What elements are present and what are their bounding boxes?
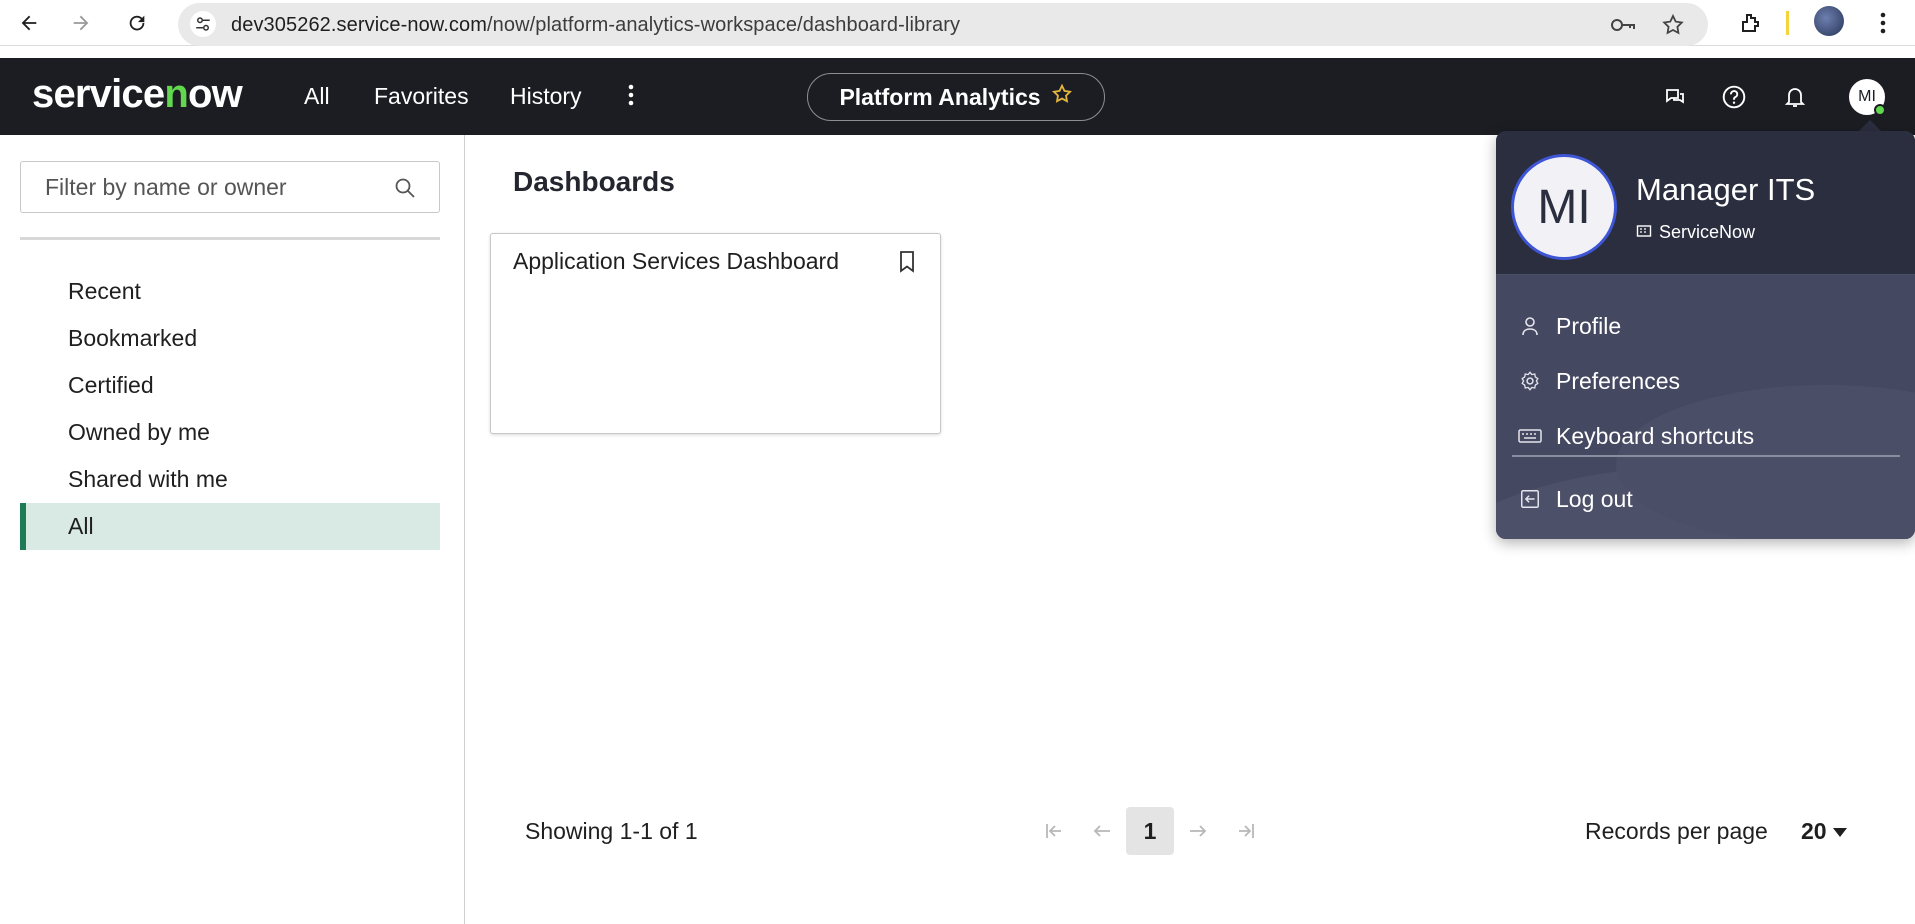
extensions-icon[interactable] bbox=[1735, 8, 1765, 38]
gear-icon bbox=[1518, 369, 1542, 393]
browser-menu-icon[interactable] bbox=[1868, 8, 1898, 38]
records-per-page-select[interactable]: 20 bbox=[1801, 818, 1847, 845]
menu-item-profile[interactable]: Profile bbox=[1518, 306, 1621, 346]
help-icon[interactable] bbox=[1719, 82, 1749, 112]
sidebar-item-all[interactable]: All bbox=[20, 503, 440, 550]
menu-favorites[interactable]: Favorites bbox=[374, 83, 469, 110]
filter-input[interactable] bbox=[45, 174, 375, 201]
page-title: Dashboards bbox=[513, 166, 675, 197]
logout-icon bbox=[1518, 487, 1542, 511]
avatar-initials: MI bbox=[1858, 88, 1876, 105]
menu-item-log-out[interactable]: Log out bbox=[1518, 479, 1633, 519]
dashboard-card[interactable]: Application Services Dashboard bbox=[490, 233, 941, 434]
back-icon[interactable] bbox=[14, 8, 44, 38]
app-name-pill[interactable]: Platform Analytics bbox=[807, 73, 1105, 121]
menu-item-label: Preferences bbox=[1556, 367, 1681, 394]
current-page-button[interactable]: 1 bbox=[1126, 807, 1174, 855]
dashboard-filter-sidebar: Recent Bookmarked Certified Owned by me … bbox=[0, 135, 465, 924]
first-page-icon[interactable] bbox=[1030, 807, 1078, 855]
user-name: Manager ITS bbox=[1636, 172, 1816, 207]
url-text[interactable]: dev305262.service-now.com/now/platform-a… bbox=[231, 14, 960, 37]
menu-item-preferences[interactable]: Preferences bbox=[1518, 361, 1680, 401]
sidebar-item-owned-by-me[interactable]: Owned by me bbox=[20, 409, 440, 456]
keyboard-icon bbox=[1518, 424, 1542, 448]
pagination-controls: 1 bbox=[1030, 806, 1270, 856]
company-name: ServiceNow bbox=[1659, 222, 1756, 242]
reload-icon[interactable] bbox=[122, 8, 152, 38]
user-company: ServiceNow bbox=[1636, 222, 1755, 243]
menu-history[interactable]: History bbox=[510, 83, 582, 110]
password-key-icon[interactable] bbox=[1610, 13, 1635, 37]
top-navigation: servicenow All Favorites History Platfor… bbox=[0, 58, 1915, 135]
sidebar-item-shared-with-me[interactable]: Shared with me bbox=[20, 456, 440, 503]
records-per-page-value: 20 bbox=[1801, 818, 1827, 844]
browser-toolbar: dev305262.service-now.com/now/platform-a… bbox=[0, 0, 1915, 46]
user-icon bbox=[1518, 314, 1542, 338]
previous-page-icon[interactable] bbox=[1078, 807, 1126, 855]
next-page-icon[interactable] bbox=[1174, 807, 1222, 855]
menu-item-label: Keyboard shortcuts bbox=[1556, 422, 1755, 449]
caret-down-icon bbox=[1832, 828, 1847, 837]
sidebar-item-recent[interactable]: Recent bbox=[20, 268, 440, 315]
pagination-status: Showing 1-1 of 1 bbox=[525, 818, 698, 844]
sidebar-item-bookmarked[interactable]: Bookmarked bbox=[20, 315, 440, 362]
app-name: Platform Analytics bbox=[839, 83, 1041, 110]
menu-all[interactable]: All bbox=[304, 83, 330, 110]
menu-item-keyboard-shortcuts[interactable]: Keyboard shortcuts bbox=[1518, 416, 1754, 456]
forward-icon[interactable] bbox=[66, 8, 96, 38]
servicenow-logo[interactable]: servicenow bbox=[32, 72, 243, 117]
sidebar-item-certified[interactable]: Certified bbox=[20, 362, 440, 409]
menu-item-label: Log out bbox=[1556, 485, 1633, 512]
filter-field[interactable] bbox=[20, 161, 440, 213]
more-menu-icon[interactable] bbox=[628, 84, 634, 111]
toolbar-divider bbox=[1786, 11, 1789, 35]
dashboard-card-title[interactable]: Application Services Dashboard bbox=[513, 248, 839, 275]
bookmark-icon[interactable] bbox=[898, 250, 916, 279]
online-status-dot bbox=[1874, 104, 1886, 116]
user-avatar-button[interactable]: MI bbox=[1849, 79, 1886, 116]
address-bar[interactable]: dev305262.service-now.com/now/platform-a… bbox=[178, 3, 1708, 46]
sidebar-divider bbox=[20, 237, 440, 240]
menu-divider bbox=[1512, 455, 1900, 457]
notifications-bell-icon[interactable] bbox=[1780, 82, 1810, 112]
user-menu-dropdown: MI Manager ITS ServiceNow Profile Prefer… bbox=[1496, 131, 1915, 539]
menu-item-label: Profile bbox=[1556, 312, 1622, 339]
building-icon bbox=[1636, 222, 1652, 243]
category-list: Recent Bookmarked Certified Owned by me … bbox=[20, 268, 440, 550]
favorite-star-icon[interactable] bbox=[1051, 83, 1073, 111]
records-per-page-label: Records per page bbox=[1585, 818, 1768, 844]
chat-icon[interactable] bbox=[1660, 82, 1690, 112]
site-info-icon[interactable] bbox=[190, 11, 216, 37]
search-icon[interactable] bbox=[393, 176, 417, 205]
bookmark-star-icon[interactable] bbox=[1661, 13, 1685, 37]
user-avatar-large: MI bbox=[1511, 154, 1617, 260]
browser-profile-avatar[interactable] bbox=[1814, 6, 1844, 36]
last-page-icon[interactable] bbox=[1222, 807, 1270, 855]
